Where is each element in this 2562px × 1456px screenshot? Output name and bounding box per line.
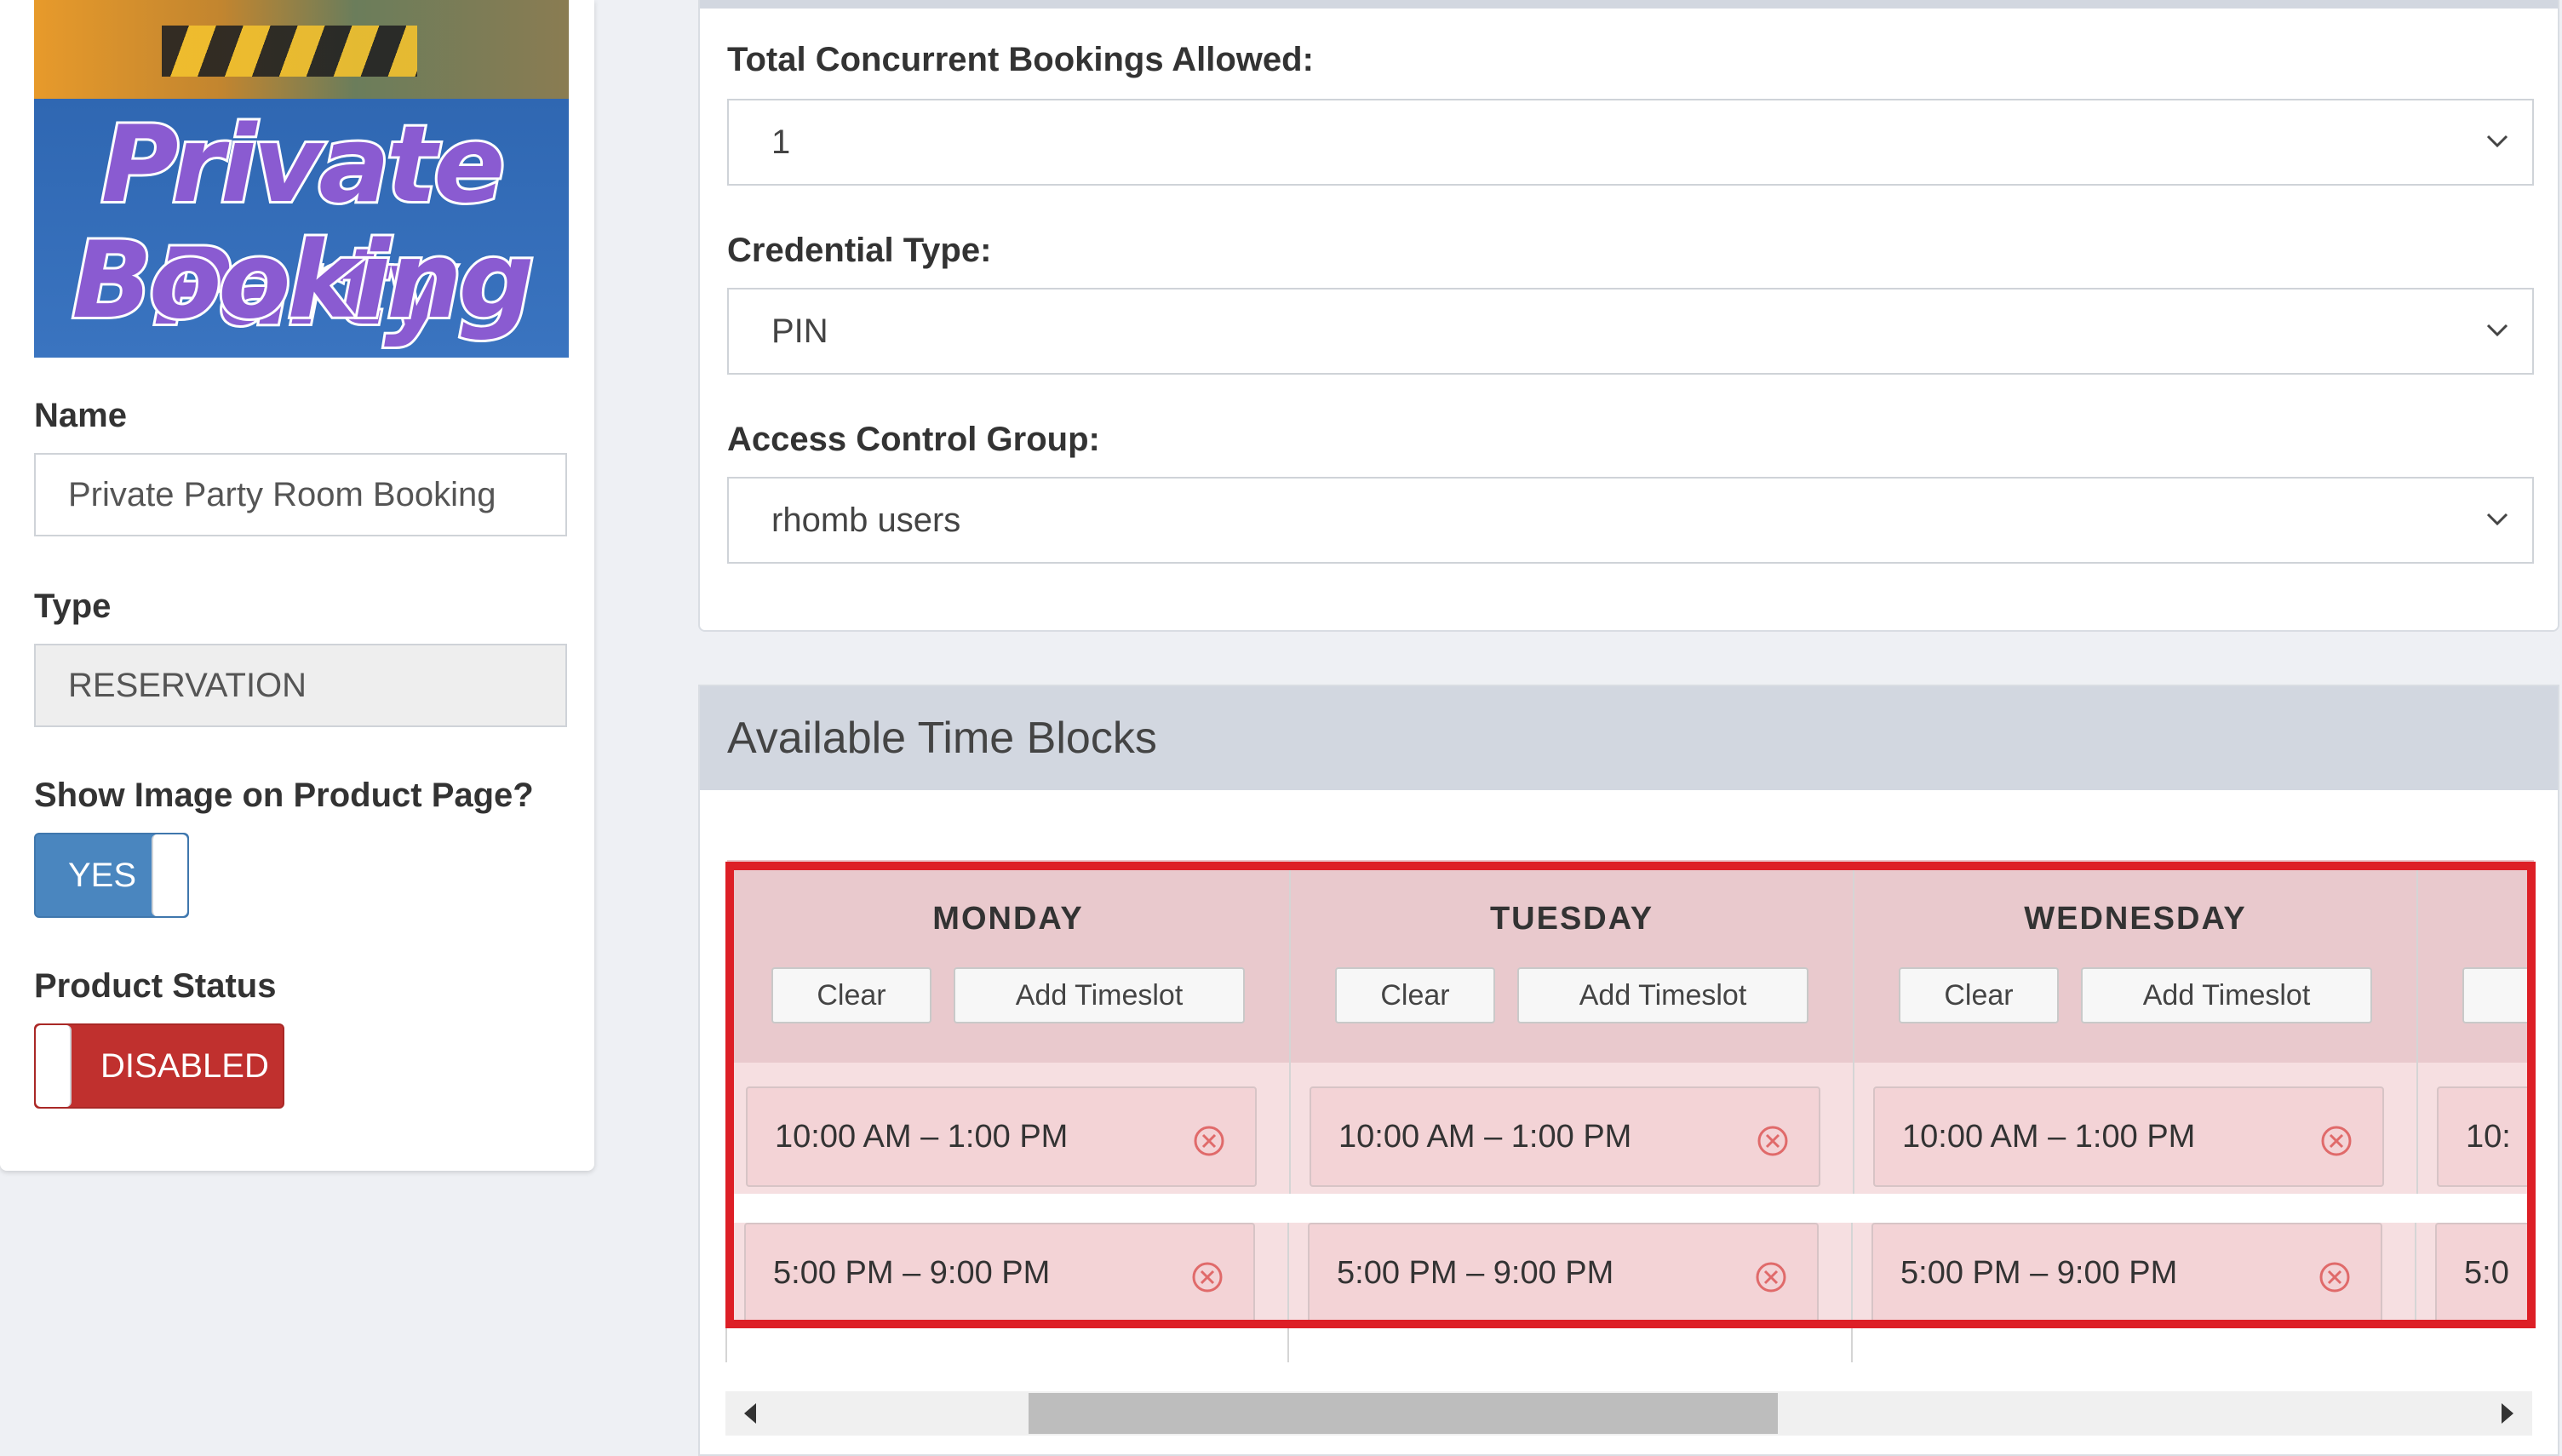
add-timeslot-button[interactable]: Add Timeslot — [2081, 967, 2372, 1023]
scroll-left-arrow-icon[interactable] — [744, 1403, 756, 1424]
banner-stripes — [162, 26, 417, 77]
day-header — [2418, 860, 2534, 1063]
remove-circle-icon[interactable] — [1754, 1260, 1788, 1294]
clear-button[interactable]: Clear — [1335, 967, 1495, 1023]
timeslot: 10: — [2437, 1086, 2534, 1187]
time-blocks-panel: Available Time Blocks MONDAY Clear Add T… — [698, 685, 2559, 1456]
concurrent-bookings-select[interactable]: 1 — [727, 99, 2534, 186]
credential-type-label: Credential Type: — [727, 232, 992, 269]
credential-type-value: PIN — [771, 312, 828, 350]
show-image-toggle[interactable]: YES — [34, 833, 189, 918]
add-timeslot-button[interactable]: Add Timeslot — [954, 967, 1245, 1023]
days-scroll-area[interactable]: MONDAY Clear Add Timeslot 10:00 AM – 1:0… — [727, 860, 2534, 1194]
column-divider — [1851, 1328, 1853, 1362]
clear-button[interactable] — [2462, 967, 2534, 1023]
timeslot-label: 10:00 AM – 1:00 PM — [1338, 1119, 1632, 1155]
type-label: Type — [34, 588, 112, 625]
day-column-partial: 10: — [2418, 860, 2534, 1194]
name-label: Name — [34, 397, 127, 434]
day-column-wednesday: WEDNESDAY Clear Add Timeslot 10:00 AM – … — [1854, 860, 2418, 1194]
access-control-group-value: rhomb users — [771, 502, 961, 539]
remove-circle-icon[interactable] — [2318, 1260, 2352, 1294]
remove-circle-icon[interactable] — [1192, 1124, 1226, 1158]
timeslot: 5:0 — [2435, 1223, 2532, 1328]
add-timeslot-button[interactable]: Add Timeslot — [1517, 967, 1808, 1023]
day-header — [727, 860, 1289, 1063]
booking-settings-panel: Total Concurrent Bookings Allowed: 1 Cre… — [698, 0, 2559, 632]
scroll-right-arrow-icon[interactable] — [2502, 1403, 2513, 1424]
product-image: Private Party Booking — [34, 0, 569, 358]
day-header — [1291, 860, 1853, 1063]
show-image-label: Show Image on Product Page? — [34, 777, 534, 814]
timeslot: 10:00 AM – 1:00 PM — [746, 1086, 1257, 1187]
show-image-toggle-label: YES — [68, 857, 137, 894]
product-status-toggle[interactable]: DISABLED — [34, 1023, 284, 1109]
column-divider — [725, 1328, 727, 1362]
horizontal-scrollbar[interactable] — [725, 1391, 2532, 1436]
timeslot: 5:00 PM – 9:00 PM — [744, 1223, 1255, 1328]
access-control-group-select[interactable]: rhomb users — [727, 477, 2534, 564]
timeslot-label: 10: — [2466, 1119, 2511, 1155]
timeslot: 10:00 AM – 1:00 PM — [1310, 1086, 1820, 1187]
day-column-tuesday: TUESDAY Clear Add Timeslot 10:00 AM – 1:… — [1291, 860, 1854, 1194]
name-input[interactable]: Private Party Room Booking — [34, 453, 567, 536]
toggle-knob — [152, 834, 187, 916]
credential-type-select[interactable]: PIN — [727, 288, 2534, 375]
time-blocks-title: Available Time Blocks — [727, 714, 1157, 763]
remove-circle-icon[interactable] — [2319, 1124, 2353, 1158]
panel-topbar — [700, 0, 2558, 9]
timeslot-label: 10:00 AM – 1:00 PM — [775, 1119, 1069, 1155]
type-field: RESERVATION — [34, 644, 567, 727]
product-status-label: Product Status — [34, 967, 277, 1005]
day-name: MONDAY — [932, 901, 1084, 937]
timeslot-label: 10:00 AM – 1:00 PM — [1902, 1119, 2196, 1155]
timeslot-row-2: 5:00 PM – 9:00 PM 5:00 PM – 9:00 PM 5:00… — [725, 1223, 2532, 1328]
toggle-knob — [36, 1025, 72, 1107]
timeslot-label: 5:00 PM – 9:00 PM — [1900, 1255, 2178, 1291]
concurrent-bookings-label: Total Concurrent Bookings Allowed: — [727, 41, 1314, 78]
product-details-panel: Private Party Booking Name Private Party… — [0, 0, 594, 1171]
day-column-monday: MONDAY Clear Add Timeslot 10:00 AM – 1:0… — [727, 860, 1291, 1194]
column-divider — [1287, 1328, 1289, 1362]
remove-circle-icon[interactable] — [1190, 1260, 1224, 1294]
concurrent-bookings-value: 1 — [771, 123, 791, 161]
day-name: WEDNESDAY — [2024, 901, 2247, 937]
timeslot: 10:00 AM – 1:00 PM — [1873, 1086, 2384, 1187]
access-control-group-label: Access Control Group: — [727, 421, 1100, 458]
banner-text-line2: Booking — [70, 217, 537, 345]
timeslot: 5:00 PM – 9:00 PM — [1871, 1223, 2382, 1328]
column-divider — [2415, 1223, 2416, 1328]
chevron-down-icon — [2486, 135, 2508, 148]
timeslot-label: 5:0 — [2464, 1255, 2509, 1291]
clear-button[interactable]: Clear — [771, 967, 931, 1023]
column-divider — [1287, 1223, 1289, 1328]
chevron-down-icon — [2486, 513, 2508, 526]
day-name: TUESDAY — [1489, 901, 1654, 937]
product-status-toggle-label: DISABLED — [100, 1047, 269, 1085]
remove-circle-icon[interactable] — [1756, 1124, 1790, 1158]
column-divider — [1851, 1223, 1853, 1328]
scrollbar-thumb[interactable] — [1029, 1393, 1778, 1434]
time-blocks-header: Available Time Blocks — [700, 686, 2558, 790]
timeslot: 5:00 PM – 9:00 PM — [1308, 1223, 1819, 1328]
day-header — [1854, 860, 2416, 1063]
chevron-down-icon — [2486, 324, 2508, 337]
clear-button[interactable]: Clear — [1899, 967, 2059, 1023]
timeslot-label: 5:00 PM – 9:00 PM — [773, 1255, 1051, 1291]
timeslot-label: 5:00 PM – 9:00 PM — [1337, 1255, 1614, 1291]
